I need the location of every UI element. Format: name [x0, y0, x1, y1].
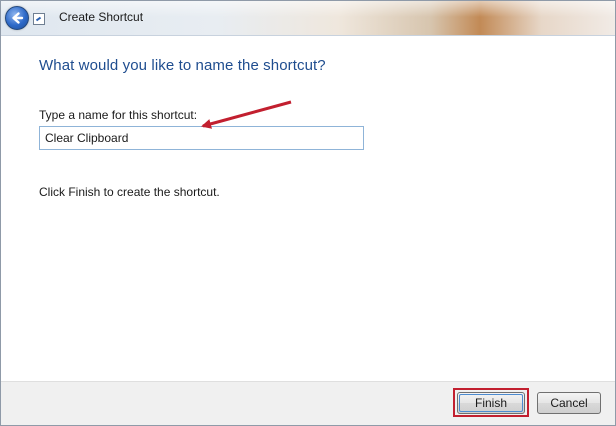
- finish-button-label: Finish: [474, 396, 507, 410]
- back-arrow-glyph: [12, 12, 24, 24]
- create-shortcut-window: Create Shortcut What would you like to n…: [0, 0, 616, 426]
- page-title: What would you like to name the shortcut…: [39, 57, 326, 74]
- finish-button[interactable]: Finish: [457, 392, 525, 414]
- title-bar: Create Shortcut: [1, 1, 615, 36]
- wizard-content: What would you like to name the shortcut…: [1, 36, 615, 381]
- annotation-arrow-icon: [201, 100, 292, 129]
- cancel-button[interactable]: Cancel: [537, 392, 601, 414]
- finish-hint: Click Finish to create the shortcut.: [39, 185, 220, 199]
- cancel-button-label: Cancel: [550, 396, 588, 410]
- window-title: Create Shortcut: [59, 10, 144, 24]
- back-arrow-icon[interactable]: [5, 6, 29, 30]
- shortcut-icon: [33, 13, 45, 25]
- wizard-footer: Finish Cancel: [1, 381, 615, 425]
- shortcut-name-label: Type a name for this shortcut:: [39, 108, 198, 122]
- finish-button-focus-ring: Finish: [459, 394, 523, 412]
